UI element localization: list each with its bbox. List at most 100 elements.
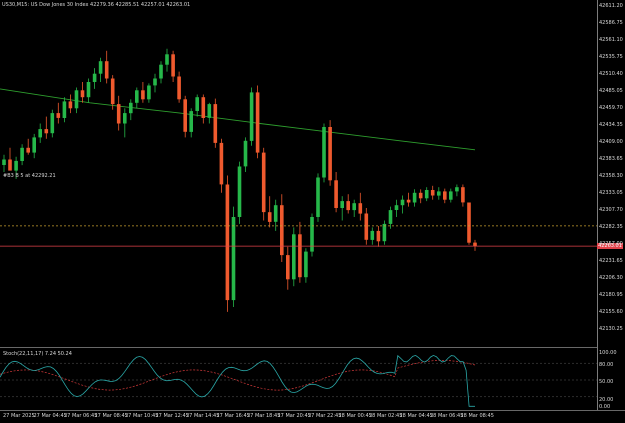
candle-body	[443, 191, 447, 200]
moving-average-path	[0, 88, 476, 151]
price-axis-label: 42561.10	[599, 37, 623, 43]
time-axis-label: 27 Mar 04:45	[33, 413, 67, 419]
candle-body	[195, 97, 199, 111]
candle-body	[249, 92, 254, 141]
stochastic-label: Stoch(22,11,17) 7.24 50.24	[3, 351, 72, 357]
price-axis-label: 42611.20	[599, 3, 623, 9]
price-axis-label: 42383.65	[599, 156, 623, 162]
price-axis-label: 42409.00	[599, 139, 623, 145]
candle-body	[135, 90, 139, 103]
candle-body	[2, 159, 6, 165]
candle-body	[141, 90, 145, 100]
candle-body	[243, 140, 248, 167]
candle-body	[406, 199, 411, 203]
candle-body	[50, 113, 55, 134]
candle-body	[153, 78, 157, 86]
price-axis-label: 42206.30	[599, 275, 623, 281]
candle-body	[388, 210, 393, 224]
grid	[0, 0, 625, 411]
candle-body	[92, 73, 97, 82]
price-axis-label: 42231.65	[599, 258, 623, 264]
candle-body	[280, 205, 284, 256]
stoch-axis-label: 50.00	[599, 379, 614, 385]
time-axis-label: 27 Mar 14:45	[186, 413, 220, 419]
candle-body	[400, 199, 405, 206]
price-axis-label: 42459.70	[599, 105, 623, 111]
price-axis-label: 42535.75	[599, 54, 623, 60]
stoch-axis-label: 100.00	[599, 350, 617, 356]
candle-body	[467, 202, 471, 243]
moving-average-line	[0, 88, 476, 151]
time-axis-label: 27 Mar 16:45	[216, 413, 250, 419]
candle-body	[56, 113, 61, 118]
candle-body	[316, 177, 320, 217]
candle-body	[334, 180, 338, 208]
candle-body	[298, 234, 302, 278]
stoch-signal-line	[0, 360, 476, 391]
candle-body	[473, 242, 477, 247]
price-axis-label: 42257.00	[599, 241, 623, 247]
candle-body	[32, 137, 36, 153]
candle-body	[352, 203, 356, 211]
candle-body	[147, 85, 151, 100]
candle-body	[455, 187, 459, 192]
candle-body	[370, 230, 375, 240]
candle-body	[219, 142, 224, 185]
candle-body	[437, 191, 441, 196]
candle-body	[449, 191, 453, 200]
stoch-axis-label: 80.00	[599, 362, 614, 368]
candle-body	[261, 152, 266, 213]
order-line-label: #B3 B 5 at 42292.21	[3, 173, 56, 179]
time-axis-label: 27 Mar 12:45	[155, 413, 189, 419]
candle-body	[44, 129, 49, 134]
candle-body	[110, 78, 115, 105]
candle-body	[68, 101, 73, 109]
candle-body	[26, 147, 30, 153]
candle-body	[165, 54, 169, 65]
candle-body	[62, 101, 67, 118]
candle-body	[430, 190, 435, 196]
candle-body	[171, 54, 175, 77]
candle-body	[38, 129, 42, 138]
candle-body	[346, 201, 350, 211]
candle-body	[20, 147, 24, 161]
candle-body	[255, 92, 260, 153]
candle-body	[286, 255, 290, 280]
time-axis-label: 28 Mar 06:45	[430, 413, 464, 419]
time-axis-label: 28 Mar 00:45	[338, 413, 372, 419]
candle-body	[74, 90, 79, 109]
candle-body	[328, 127, 332, 181]
candle-body	[129, 102, 133, 114]
time-axis-label: 27 Mar 2025	[3, 413, 35, 419]
candle-body	[340, 201, 344, 208]
candle-body	[159, 64, 163, 79]
candle-body	[292, 234, 296, 280]
time-axis-label: 27 Mar 08:45	[94, 413, 128, 419]
candle-body	[358, 203, 363, 214]
price-chart[interactable]	[0, 0, 625, 423]
price-axis-label: 42510.40	[599, 71, 623, 77]
price-axis-label: 42586.75	[599, 20, 623, 26]
time-axis-label: 28 Mar 02:45	[369, 413, 403, 419]
chart-header: US30,M15: US Dow Jones 30 Index 42279.36…	[2, 2, 191, 8]
time-axis-label: 27 Mar 06:45	[64, 413, 98, 419]
candle-body	[116, 104, 121, 124]
time-axis-label: 28 Mar 08:45	[460, 413, 494, 419]
price-axis-label: 42358.30	[599, 173, 623, 179]
candle-body	[382, 223, 387, 242]
candles	[2, 48, 477, 312]
candle-body	[14, 160, 18, 171]
candle-body	[231, 217, 236, 301]
candle-body	[201, 97, 206, 118]
candle-body	[225, 184, 230, 301]
time-axis-label: 27 Mar 22:45	[308, 413, 342, 419]
candle-body	[177, 76, 181, 100]
candle-body	[86, 82, 91, 98]
candle-body	[394, 205, 399, 210]
price-axis-label: 42282.35	[599, 224, 623, 230]
time-axis-label: 27 Mar 20:45	[277, 413, 311, 419]
candle-body	[183, 99, 187, 132]
time-axis-label: 28 Mar 04:45	[399, 413, 433, 419]
candle-body	[424, 190, 429, 199]
candle-body	[207, 104, 212, 118]
